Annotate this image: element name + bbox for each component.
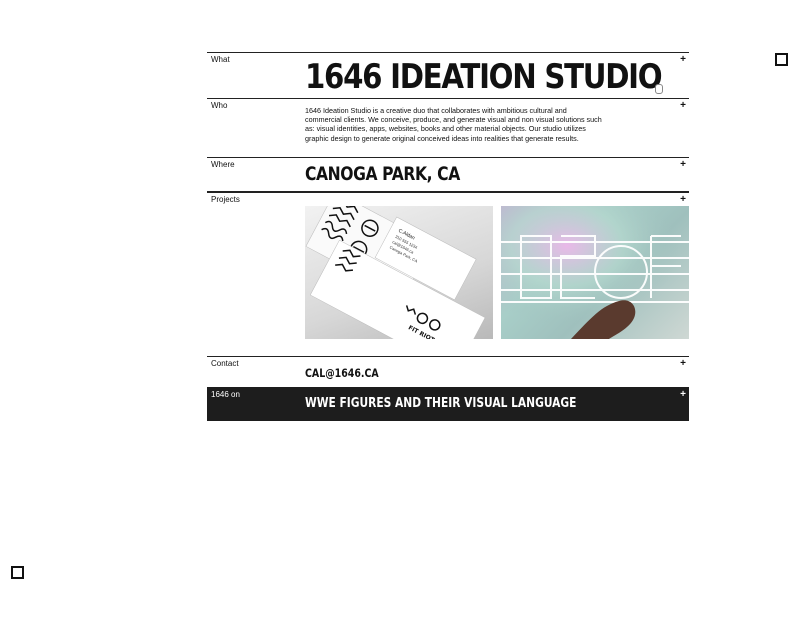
expand-plus-icon[interactable]: + [680,55,686,65]
project-gallery: C.Aldan 310 555 1234 cal@1646.ca Canoga … [305,206,689,339]
accordion-list: What + 1646 IDEATION STUDIO Who + 1646 I… [207,52,689,421]
row-label-projects: Projects [211,195,240,204]
contact-email-link[interactable]: CAL@1646.CA [305,357,620,380]
row-label-what: What [211,55,230,64]
expand-plus-icon[interactable]: + [680,160,686,170]
page-title: 1646 IDEATION STUDIO [305,57,663,97]
studio-description: 1646 Ideation Studio is a creative duo t… [305,106,602,143]
square-marker-icon [11,566,24,579]
expand-plus-icon[interactable]: + [680,359,686,369]
row-what[interactable]: What + 1646 IDEATION STUDIO [207,52,689,98]
row-label-who: Who [211,101,228,110]
expand-plus-icon[interactable]: + [680,195,686,205]
row-label-1646-on: 1646 on [211,390,240,399]
project-thumbnail-stationery[interactable]: C.Aldan 310 555 1234 cal@1646.ca Canoga … [305,206,493,339]
project-thumbnail-holographic[interactable] [501,206,689,339]
row-label-contact: Contact [211,359,239,368]
row-1646-on[interactable]: 1646 on + WWE FIGURES AND THEIR VISUAL L… [207,387,689,421]
location-text: CANOGA PARK, CA [305,163,460,185]
row-where[interactable]: Where + CANOGA PARK, CA [207,157,689,191]
row-label-where: Where [211,160,235,169]
row-projects[interactable]: Projects + C.Aldan 310 555 1234 cal@1646… [207,191,689,356]
featured-article-title[interactable]: WWE FIGURES AND THEIR VISUAL LANGUAGE [305,388,620,411]
expand-plus-icon[interactable]: + [680,390,686,400]
holographic-poster-image [501,206,689,339]
row-who[interactable]: Who + 1646 Ideation Studio is a creative… [207,98,689,157]
row-contact[interactable]: Contact + CAL@1646.CA [207,356,689,387]
expand-plus-icon[interactable]: + [680,101,686,111]
square-marker-icon [775,53,788,66]
stationery-mockup-image: C.Aldan 310 555 1234 cal@1646.ca Canoga … [305,206,486,339]
mouse-cursor-icon [655,84,663,94]
